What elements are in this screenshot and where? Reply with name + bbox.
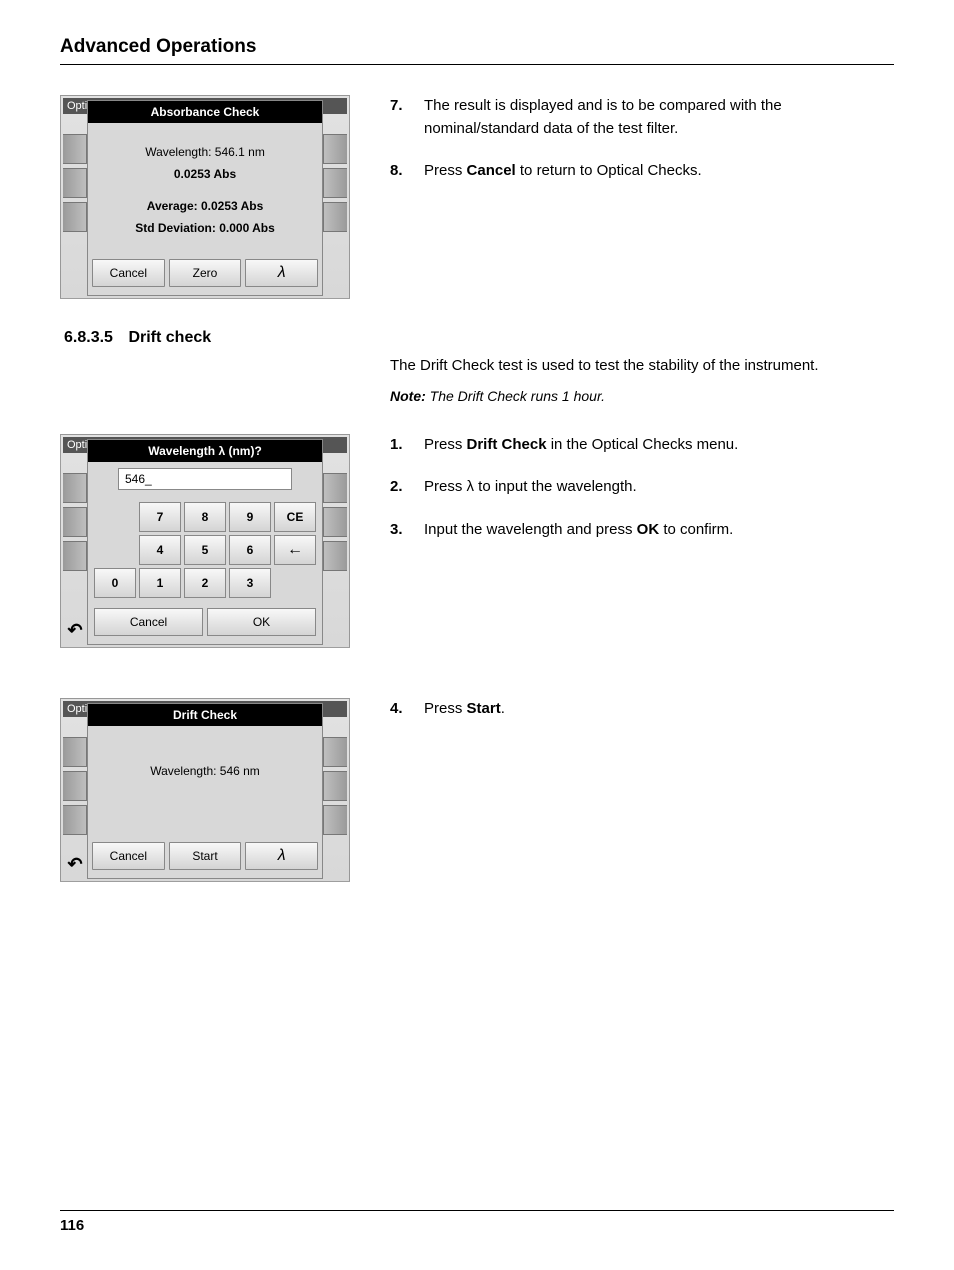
page-footer: 116 xyxy=(60,1210,894,1234)
panel-title: Wavelength λ (nm)? xyxy=(88,440,322,462)
panel-title: Drift Check xyxy=(88,704,322,726)
step-text: The result is displayed and is to be com… xyxy=(424,95,894,140)
section-heading: 6.8.3.5 Drift check xyxy=(64,329,894,347)
zero-button[interactable]: Zero xyxy=(169,259,242,287)
undo-icon xyxy=(67,854,82,875)
left-tabs xyxy=(63,453,87,645)
side-tab[interactable] xyxy=(323,737,347,767)
wavelength-input[interactable]: 546_ xyxy=(118,468,292,490)
right-tabs xyxy=(323,114,347,296)
cancel-button[interactable]: Cancel xyxy=(92,842,165,870)
lambda-button[interactable]: λ xyxy=(245,259,318,287)
step-text: Press Drift Check in the Optical Checks … xyxy=(424,434,738,457)
section-title: Drift check xyxy=(128,329,211,346)
instruction-list-mid: 1. Press Drift Check in the Optical Chec… xyxy=(390,434,894,542)
page-number: 116 xyxy=(60,1217,84,1234)
back-icon[interactable] xyxy=(63,853,87,877)
side-tab[interactable] xyxy=(63,507,87,537)
cancel-button[interactable]: Cancel xyxy=(92,259,165,287)
side-tab[interactable] xyxy=(63,134,87,164)
right-tabs xyxy=(323,717,347,879)
side-tab[interactable] xyxy=(63,473,87,503)
side-tab[interactable] xyxy=(63,805,87,835)
key-9[interactable]: 9 xyxy=(229,502,271,532)
side-tab[interactable] xyxy=(323,507,347,537)
abs-reading: 0.0253 Abs xyxy=(96,167,314,181)
key-5[interactable]: 5 xyxy=(184,535,226,565)
key-1[interactable]: 1 xyxy=(139,568,181,598)
drift-note: Note: The Drift Check runs 1 hour. xyxy=(390,388,894,404)
page-header: Advanced Operations xyxy=(60,36,894,65)
device-wavelength-keypad: Optical Checks Wavelength λ (nm)? 546_ 7… xyxy=(60,434,350,648)
side-tab[interactable] xyxy=(323,202,347,232)
ok-button[interactable]: OK xyxy=(207,608,316,636)
step-num: 1. xyxy=(390,434,410,457)
step-2: 2. Press λ to input the wavelength. xyxy=(390,476,894,499)
step-4: 4. Press Start. xyxy=(390,698,894,721)
drift-description: The Drift Check test is used to test the… xyxy=(390,355,894,378)
side-tab[interactable] xyxy=(323,771,347,801)
left-tabs xyxy=(63,114,87,296)
side-tab[interactable] xyxy=(323,168,347,198)
step-8: 8. Press Cancel to return to Optical Che… xyxy=(390,160,894,183)
device-absorbance-check: Optical Checks Absorbance Check Waveleng… xyxy=(60,95,350,299)
wavelength-reading: Wavelength: 546.1 nm xyxy=(96,145,314,159)
step-text: Press λ to input the wavelength. xyxy=(424,476,637,499)
side-tab[interactable] xyxy=(323,805,347,835)
section-number: 6.8.3.5 xyxy=(64,329,124,347)
step-3: 3. Input the wavelength and press OK to … xyxy=(390,519,894,542)
key-2[interactable]: 2 xyxy=(184,568,226,598)
step-1: 1. Press Drift Check in the Optical Chec… xyxy=(390,434,894,457)
key-7[interactable]: 7 xyxy=(139,502,181,532)
key-3[interactable]: 3 xyxy=(229,568,271,598)
start-button[interactable]: Start xyxy=(169,842,242,870)
key-backspace[interactable] xyxy=(274,535,316,565)
step-num: 2. xyxy=(390,476,410,499)
step-num: 3. xyxy=(390,519,410,542)
panel-title: Absorbance Check xyxy=(88,101,322,123)
average-reading: Average: 0.0253 Abs xyxy=(96,199,314,213)
key-8[interactable]: 8 xyxy=(184,502,226,532)
undo-icon xyxy=(67,620,82,641)
step-num: 4. xyxy=(390,698,410,721)
instruction-list-top: 7. The result is displayed and is to be … xyxy=(390,95,894,183)
back-icon[interactable] xyxy=(63,619,87,643)
step-num: 7. xyxy=(390,95,410,140)
side-tab[interactable] xyxy=(323,541,347,571)
step-7: 7. The result is displayed and is to be … xyxy=(390,95,894,140)
step-text: Input the wavelength and press OK to con… xyxy=(424,519,733,542)
step-text: Press Cancel to return to Optical Checks… xyxy=(424,160,702,183)
device-drift-check: Optical Checks Drift Check Wavelength: 5… xyxy=(60,698,350,882)
side-tab[interactable] xyxy=(323,473,347,503)
right-tabs xyxy=(323,453,347,645)
side-tab[interactable] xyxy=(63,202,87,232)
key-ce[interactable]: CE xyxy=(274,502,316,532)
backspace-icon xyxy=(287,541,303,559)
side-tab[interactable] xyxy=(63,168,87,198)
stddev-reading: Std Deviation: 0.000 Abs xyxy=(96,221,314,235)
key-4[interactable]: 4 xyxy=(139,535,181,565)
side-tab[interactable] xyxy=(63,541,87,571)
instruction-list-bot: 4. Press Start. xyxy=(390,698,894,721)
numeric-keypad: 7 8 9 CE 4 5 6 0 1 2 3 xyxy=(88,496,322,604)
key-6[interactable]: 6 xyxy=(229,535,271,565)
side-tab[interactable] xyxy=(323,134,347,164)
wavelength-reading: Wavelength: 546 nm xyxy=(96,764,314,778)
side-tab[interactable] xyxy=(63,771,87,801)
step-text: Press Start. xyxy=(424,698,505,721)
step-num: 8. xyxy=(390,160,410,183)
cancel-button[interactable]: Cancel xyxy=(94,608,203,636)
key-0[interactable]: 0 xyxy=(94,568,136,598)
lambda-button[interactable]: λ xyxy=(245,842,318,870)
side-tab[interactable] xyxy=(63,737,87,767)
